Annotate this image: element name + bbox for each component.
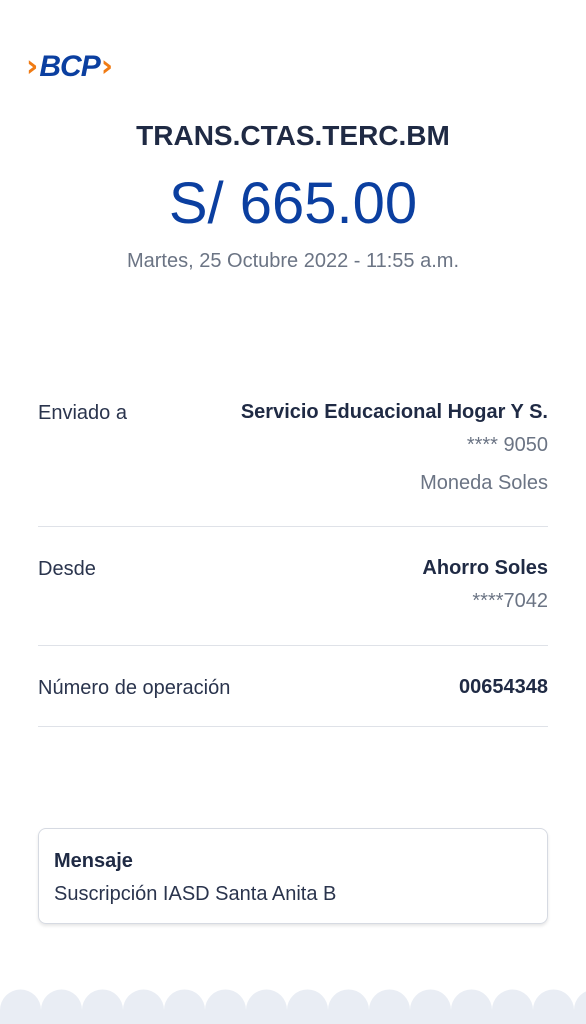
transaction-date: Martes, 25 Octubre 2022 - 11:55 a.m. <box>126 250 460 272</box>
operation-row: Número de operación 00654348 <box>38 673 548 705</box>
operation-label: Número de operación <box>38 677 231 699</box>
chevron-right-icon: › <box>100 49 114 84</box>
divider <box>38 645 548 646</box>
bcp-logo: › BCP › <box>26 50 113 84</box>
recipient-account: **** 9050 <box>466 434 548 456</box>
receipt-scallop-edge <box>0 989 586 1024</box>
divider <box>38 726 548 727</box>
message-title: Mensaje <box>54 850 133 872</box>
recipient-name: Servicio Educacional Hogar Y S. <box>240 401 548 423</box>
message-body: Suscripción IASD Santa Anita B <box>54 883 337 905</box>
source-account-number: ****7042 <box>472 590 548 612</box>
logo-text: BCP <box>39 50 100 83</box>
from-row: Desde Ahorro Soles ****7042 <box>38 554 548 624</box>
sent-to-label: Enviado a <box>38 402 127 424</box>
divider <box>38 526 548 527</box>
chevron-left-icon: › <box>26 49 39 84</box>
recipient-currency: Moneda Soles <box>420 472 548 494</box>
transaction-amount: S/ 665.00 <box>168 171 418 236</box>
from-label: Desde <box>38 558 96 580</box>
message-card: Mensaje Suscripción IASD Santa Anita B <box>38 828 548 924</box>
operation-number: 00654348 <box>459 676 548 698</box>
transaction-type: TRANS.CTAS.TERC.BM <box>136 120 450 151</box>
sent-to-row: Enviado a Servicio Educacional Hogar Y S… <box>38 398 548 508</box>
source-account-name: Ahorro Soles <box>422 557 548 579</box>
